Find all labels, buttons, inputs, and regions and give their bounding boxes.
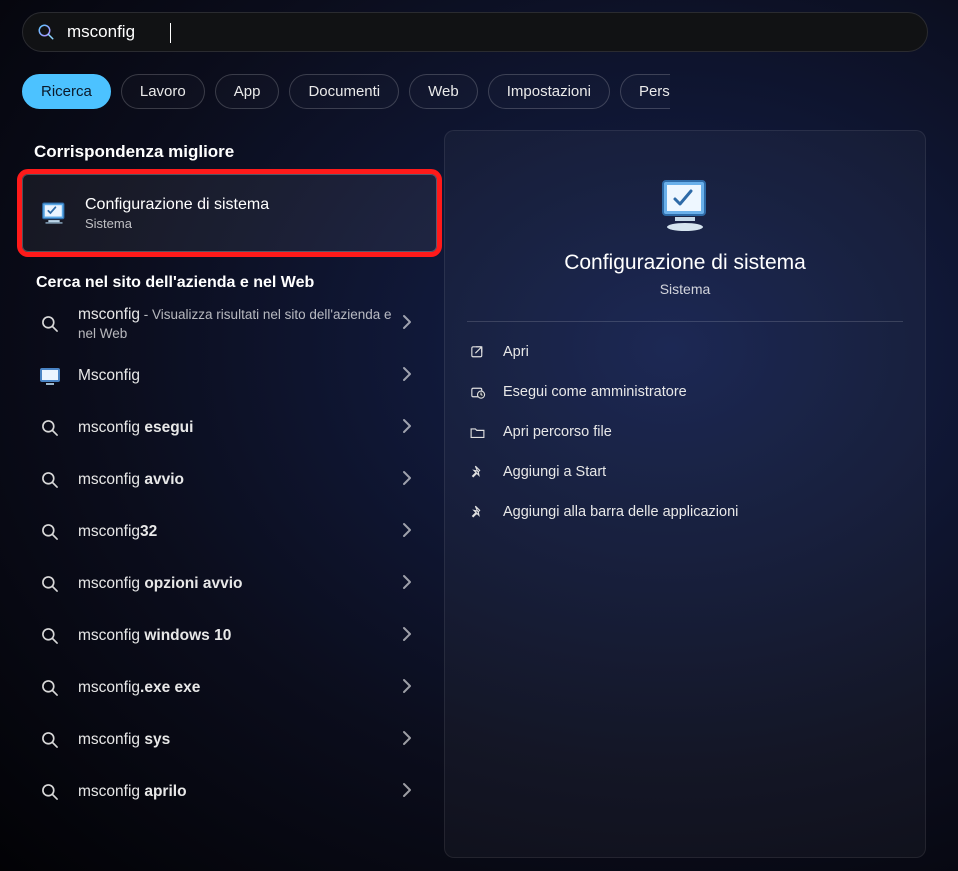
tab-lavoro[interactable]: Lavoro [121, 74, 205, 109]
search-result-label: msconfig32 [78, 522, 402, 541]
search-result-label: msconfig avvio [78, 470, 402, 489]
chevron-right-icon [402, 678, 412, 699]
tab-documenti[interactable]: Documenti [289, 74, 399, 109]
chevron-right-icon [402, 626, 412, 647]
chevron-right-icon [402, 730, 412, 751]
chevron-right-icon [402, 522, 412, 543]
tab-impostazioni[interactable]: Impostazioni [488, 74, 610, 109]
chevron-right-icon [402, 782, 412, 803]
chevron-right-icon [402, 366, 412, 387]
detail-panel: Configurazione di sistema Sistema Apri Es… [444, 130, 926, 858]
web-results-list: msconfig - Visualizza risultati nel sito… [22, 298, 422, 818]
action-pin[interactable]: Aggiungi a Start [451, 452, 919, 492]
action-open[interactable]: Apri [451, 332, 919, 372]
chevron-right-icon [402, 418, 412, 439]
tab-app[interactable]: App [215, 74, 280, 109]
chevron-right-icon [402, 314, 412, 335]
search-icon [38, 470, 62, 490]
action-label: Aggiungi a Start [503, 464, 606, 480]
best-match-heading: Corrispondenza migliore [34, 142, 422, 162]
detail-app-icon [653, 173, 717, 237]
search-result[interactable]: msconfig aprilo [22, 766, 422, 818]
best-match-result[interactable]: Configurazione di sistema Sistema [22, 174, 437, 252]
admin-icon [467, 384, 487, 401]
action-label: Apri percorso file [503, 424, 612, 440]
search-result[interactable]: msconfig esegui [22, 402, 422, 454]
detail-actions: Apri Esegui come amministratore Apri perco… [451, 332, 919, 532]
chevron-right-icon [402, 574, 412, 595]
search-result-label: msconfig esegui [78, 418, 402, 437]
search-result-label: msconfig windows 10 [78, 626, 402, 645]
search-result-label: msconfig - Visualizza risultati nel sito… [78, 305, 402, 344]
search-result[interactable]: msconfig - Visualizza risultati nel sito… [22, 298, 422, 350]
search-result[interactable]: msconfig.exe exe [22, 662, 422, 714]
open-icon [467, 344, 487, 361]
search-icon [38, 782, 62, 802]
pin-icon [467, 464, 487, 481]
folder-icon [467, 424, 487, 441]
search-icon [37, 23, 55, 41]
search-icon [38, 730, 62, 750]
search-result[interactable]: msconfig sys [22, 714, 422, 766]
tab-persone[interactable]: Persone [620, 74, 670, 109]
web-results-heading: Cerca nel sito dell'azienda e nel Web [36, 274, 422, 292]
search-result-label: msconfig sys [78, 730, 402, 749]
search-input[interactable] [67, 22, 913, 42]
pin-icon [467, 504, 487, 521]
msconfig-app-icon [38, 364, 62, 388]
filter-tabs: Ricerca Lavoro App Documenti Web Impostazioni… [22, 74, 670, 109]
action-folder[interactable]: Apri percorso file [451, 412, 919, 452]
search-result[interactable]: msconfig32 [22, 506, 422, 558]
search-result[interactable]: msconfig opzioni avvio [22, 558, 422, 610]
chevron-right-icon [402, 470, 412, 491]
search-result[interactable]: msconfig avvio [22, 454, 422, 506]
search-result-label: msconfig aprilo [78, 782, 402, 801]
divider [467, 321, 903, 322]
tab-web[interactable]: Web [409, 74, 478, 109]
action-pin[interactable]: Aggiungi alla barra delle applicazioni [451, 492, 919, 532]
detail-title: Configurazione di sistema [445, 251, 925, 275]
results-column: Corrispondenza migliore Configurazione d… [22, 142, 422, 818]
search-bar[interactable] [22, 12, 928, 52]
action-admin[interactable]: Esegui come amministratore [451, 372, 919, 412]
best-match-title: Configurazione di sistema [85, 196, 269, 214]
search-icon [38, 678, 62, 698]
search-result-label: msconfig opzioni avvio [78, 574, 402, 593]
search-icon [38, 418, 62, 438]
search-result[interactable]: msconfig windows 10 [22, 610, 422, 662]
search-icon [38, 574, 62, 594]
action-label: Apri [503, 344, 529, 360]
best-match-subtitle: Sistema [85, 216, 269, 231]
search-result-label: Msconfig [78, 366, 402, 385]
detail-subtitle: Sistema [445, 281, 925, 297]
action-label: Aggiungi alla barra delle applicazioni [503, 504, 738, 520]
system-config-icon [37, 196, 71, 230]
search-icon [38, 522, 62, 542]
action-label: Esegui come amministratore [503, 384, 687, 400]
search-icon [38, 626, 62, 646]
tab-ricerca[interactable]: Ricerca [22, 74, 111, 109]
search-icon [38, 314, 62, 334]
text-cursor [170, 23, 171, 43]
search-result[interactable]: Msconfig [22, 350, 422, 402]
search-result-label: msconfig.exe exe [78, 678, 402, 697]
